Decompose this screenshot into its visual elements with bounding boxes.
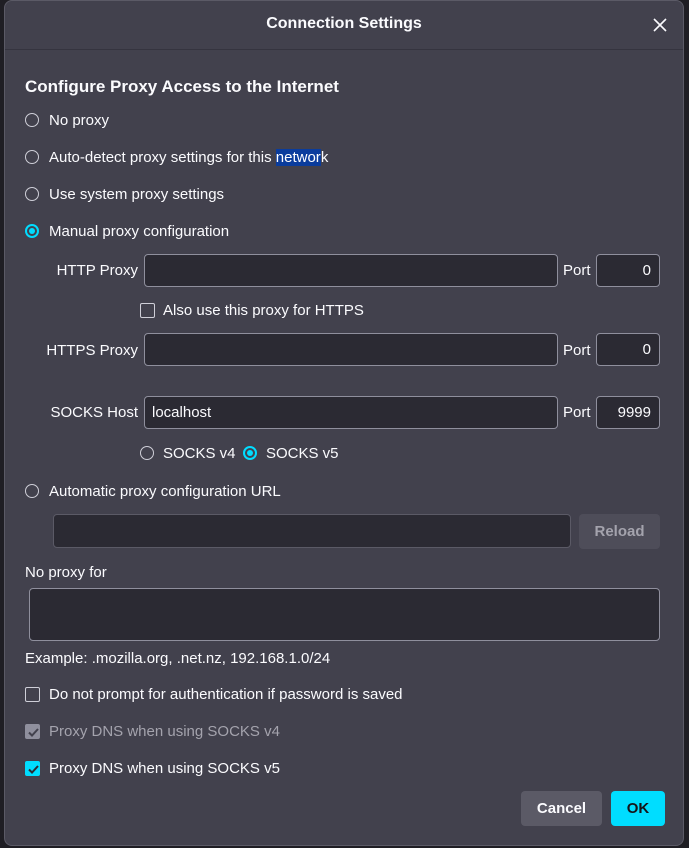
socks-port-label: Port [563,404,591,421]
dns-socks4-checkbox[interactable] [25,724,40,739]
auto-detect-label: Auto-detect proxy settings for this netw… [49,149,328,166]
check-icon [28,765,39,774]
check-icon [28,728,39,737]
socks-v5-radio[interactable] [243,446,257,460]
no-prompt-auth-checkbox[interactable] [25,687,40,702]
reload-button[interactable]: Reload [579,514,660,549]
ok-button[interactable]: OK [611,791,665,826]
socks-port-input[interactable] [596,396,660,429]
https-port-input[interactable] [596,333,660,366]
auto-detect-radio[interactable] [25,150,39,164]
http-proxy-label: HTTP Proxy [56,262,138,279]
also-https-label: Also use this proxy for HTTPS [163,302,364,319]
no-prompt-auth-label: Do not prompt for authentication if pass… [49,686,403,703]
auto-config-url-label: Automatic proxy configuration URL [49,483,281,500]
auto-config-url-radio[interactable] [25,484,39,498]
close-icon[interactable] [649,14,671,36]
no-proxy-for-label: No proxy for [25,564,107,581]
http-port-input[interactable] [596,254,660,287]
selected-text-highlight: networ [275,149,321,166]
no-proxy-example: Example: .mozilla.org, .net.nz, 192.168.… [25,650,331,667]
cancel-button[interactable]: Cancel [521,791,602,826]
socks-host-input[interactable] [144,396,558,429]
dns-socks4-label: Proxy DNS when using SOCKS v4 [49,723,280,740]
http-proxy-input[interactable] [144,254,558,287]
manual-proxy-label: Manual proxy configuration [49,223,230,240]
system-proxy-label: Use system proxy settings [49,186,225,203]
auto-detect-text-end: k [320,149,329,166]
manual-proxy-radio[interactable] [25,224,39,238]
also-https-checkbox[interactable] [140,303,155,318]
dialog-titlebar: Connection Settings [5,1,683,50]
https-proxy-input[interactable] [144,333,558,366]
dns-socks5-label: Proxy DNS when using SOCKS v5 [49,760,280,777]
section-heading: Configure Proxy Access to the Internet [25,77,339,96]
no-proxy-label: No proxy [49,112,110,129]
https-proxy-label: HTTPS Proxy [46,342,138,359]
no-proxy-for-textarea[interactable] [29,588,660,641]
no-proxy-radio[interactable] [25,113,39,127]
http-port-label: Port [563,262,591,279]
https-port-label: Port [563,342,591,359]
system-proxy-radio[interactable] [25,187,39,201]
auto-detect-text: Auto-detect proxy settings for this [49,149,276,166]
socks-v4-label: SOCKS v4 [163,445,236,462]
auto-config-url-input[interactable] [53,514,571,548]
connection-settings-dialog: Connection Settings Configure Proxy Acce… [4,0,684,846]
socks-host-label: SOCKS Host [50,404,138,421]
dns-socks5-checkbox[interactable] [25,761,40,776]
socks-v5-label: SOCKS v5 [266,445,339,462]
dialog-title: Connection Settings [266,15,422,32]
socks-v4-radio[interactable] [140,446,154,460]
